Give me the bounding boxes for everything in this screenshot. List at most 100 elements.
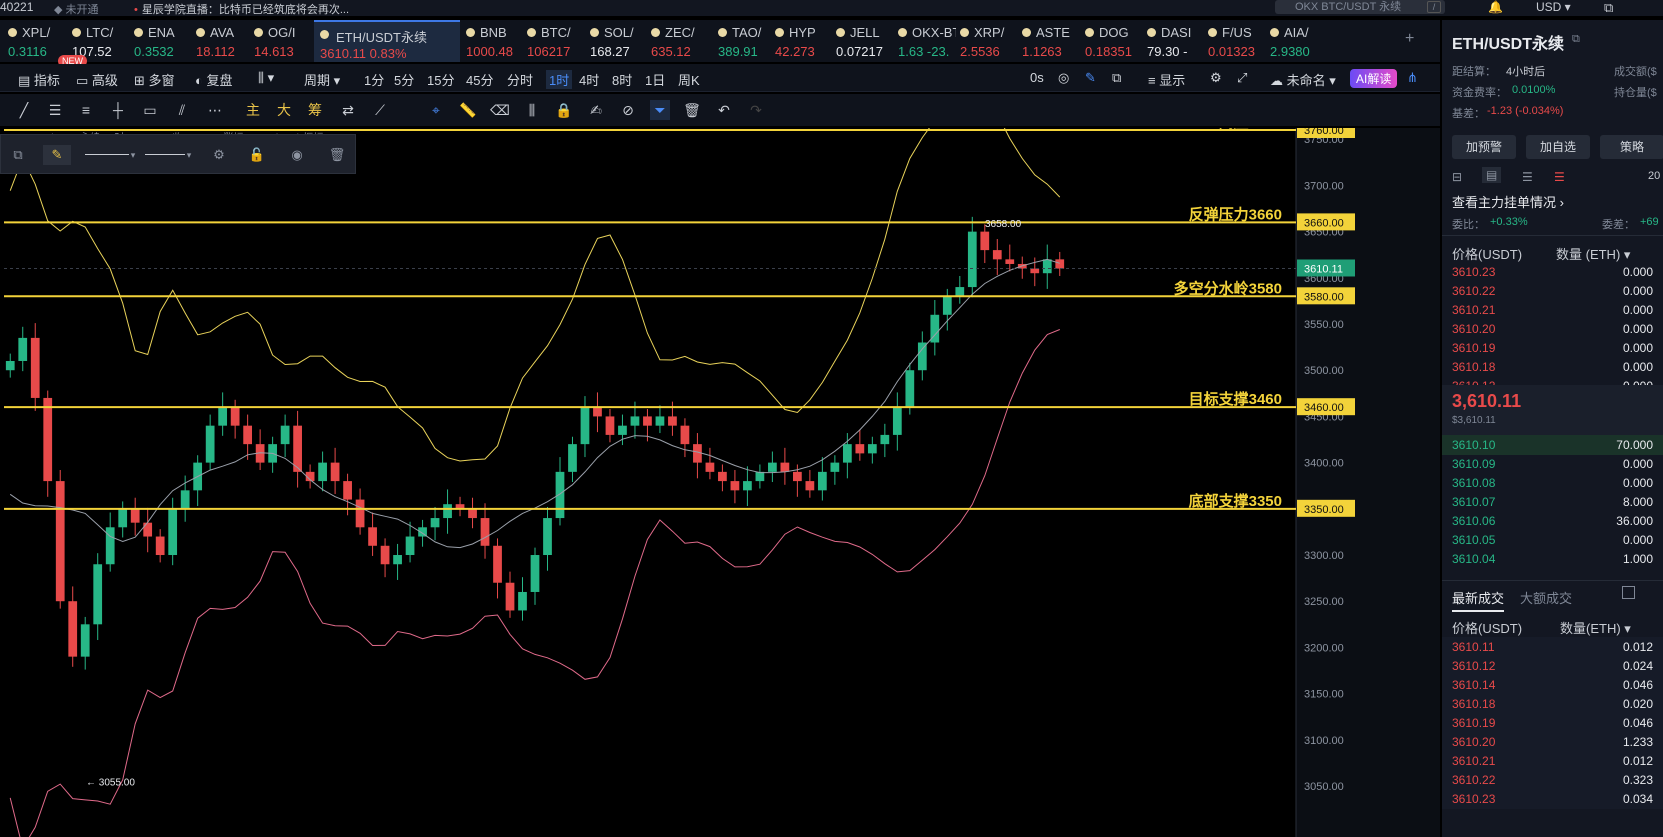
ticker-item[interactable]: OKX-BTC 1.63 -23.	[898, 20, 956, 62]
color-pen-icon[interactable]: ✎	[43, 145, 71, 165]
add-watchlist-button[interactable]: 加自选	[1526, 135, 1590, 159]
note-icon[interactable]: ✍	[586, 100, 606, 120]
trade-row[interactable]: 3610.11 0.012	[1442, 637, 1663, 657]
replay-button[interactable]: ◐ 复盘	[195, 70, 232, 89]
eraser-icon[interactable]: ⌫	[490, 100, 510, 120]
orderbook-row[interactable]: 3610.04 1.000	[1442, 549, 1663, 569]
interval-option[interactable]: 分时	[507, 70, 533, 89]
parallel-lines-icon[interactable]: ☰	[45, 100, 65, 120]
period-select[interactable]: 周期 ▾	[304, 70, 340, 89]
ticker-item[interactable]: DOG 0.18351	[1085, 20, 1143, 62]
rectangle-icon[interactable]: ▭	[140, 100, 160, 120]
line-width-select[interactable]	[85, 154, 129, 155]
ticker-item[interactable]: OG/I 14.613	[254, 20, 310, 62]
trash-icon[interactable]: 🗑	[327, 145, 347, 165]
trade-row[interactable]: 3610.21 0.012	[1442, 751, 1663, 771]
settings-icon[interactable]: ⚙	[1210, 70, 1222, 86]
orderbook-row[interactable]: 3610.05 0.000	[1442, 530, 1663, 550]
camera-icon[interactable]: ◎	[1058, 70, 1069, 86]
ticker-item[interactable]: AVA 18.112	[196, 20, 252, 62]
orderbook-row[interactable]: 3610.22 0.000	[1442, 281, 1663, 301]
interval-option[interactable]: 15分	[427, 70, 454, 89]
interval-option[interactable]: 1分	[364, 70, 384, 89]
currency-select[interactable]: USD ▾	[1536, 0, 1571, 14]
lock-icon[interactable]: 🔓	[247, 145, 267, 165]
ticker-item[interactable]: XRP/2.5536	[960, 20, 1018, 62]
interval-option[interactable]: 5分	[394, 70, 414, 89]
layout-icon[interactable]: ⧉	[1112, 70, 1121, 86]
share-icon[interactable]: ⋔	[1407, 70, 1418, 86]
ticker-item[interactable]: ENA 0.3532	[134, 20, 194, 62]
trade-row[interactable]: 3610.12 0.024	[1442, 656, 1663, 676]
redo-icon[interactable]: ↷	[746, 100, 766, 120]
chart-type-button[interactable]: ⫼ ▾	[258, 70, 274, 86]
orderbook-row[interactable]: 3610.10 70.000	[1442, 435, 1663, 455]
add-alert-button[interactable]: 加预警	[1452, 135, 1516, 159]
clone-icon[interactable]: ⧉	[7, 145, 29, 165]
depth-both-icon[interactable]: ▤	[1482, 167, 1502, 183]
depth-view-icon[interactable]: ⊟	[1452, 170, 1462, 184]
ticker-item[interactable]: SOL/168.27	[590, 20, 648, 62]
trade-row[interactable]: 3610.22 0.323	[1442, 770, 1663, 790]
orderbook-row[interactable]: 3610.23 0.000	[1442, 262, 1663, 282]
line-style-chevron-icon[interactable]: ▾	[183, 145, 195, 165]
ticker-item[interactable]: BTC/106217	[527, 20, 587, 62]
measure-icon[interactable]: ⟋	[370, 100, 390, 120]
interval-option[interactable]: 1日	[645, 70, 665, 89]
settings-icon[interactable]: ⚙	[209, 145, 229, 165]
ticker-item[interactable]: TAO/389.91	[718, 20, 772, 62]
ticker-item[interactable]: HYP 42.273	[775, 20, 833, 62]
trades-qty-header[interactable]: 数量(ETH) ▾	[1560, 618, 1631, 637]
orderbook-row[interactable]: 3610.21 0.000	[1442, 300, 1663, 320]
trade-row[interactable]: 3610.14 0.046	[1442, 675, 1663, 695]
interval-option[interactable]: 4时	[579, 70, 599, 89]
display-button[interactable]: ≡ 显示	[1148, 70, 1185, 89]
magnet-icon[interactable]: ⌖	[426, 100, 446, 120]
trade-row[interactable]: 3610.19 0.046	[1442, 713, 1663, 733]
add-ticker-icon[interactable]: +	[1405, 30, 1414, 48]
lock-icon[interactable]: 🔒	[554, 100, 574, 120]
search-input[interactable]: OKX BTC/USDT 永续 /	[1275, 0, 1445, 14]
indicators-button[interactable]: ▤ 指标	[18, 70, 60, 89]
template-select[interactable]: ☁ 未命名 ▾	[1270, 70, 1336, 89]
line-style-select[interactable]	[145, 154, 185, 155]
depth-level[interactable]: 20	[1648, 170, 1660, 182]
trend-line-icon[interactable]: ╱	[14, 100, 34, 120]
undo-icon[interactable]: ↶	[714, 100, 734, 120]
candle-icon[interactable]: ⫼	[522, 100, 542, 120]
copy-icon[interactable]: ⧉	[1572, 33, 1580, 46]
big-order-button[interactable]: 大	[274, 100, 294, 120]
inbox-icon[interactable]: ⧉	[1604, 0, 1613, 16]
ticker-item[interactable]: JELL 0.07217	[836, 20, 896, 62]
orderbook-row[interactable]: 3610.19 0.000	[1442, 338, 1663, 358]
main-chart-button[interactable]: 主	[243, 100, 263, 120]
trade-row[interactable]: 3610.23 0.034	[1442, 789, 1663, 809]
orderbook-row[interactable]: 3610.20 0.000	[1442, 319, 1663, 339]
interval-option[interactable]: 1时	[546, 70, 573, 89]
interval-option[interactable]: 8时	[612, 70, 632, 89]
filter-checkbox[interactable]	[1622, 586, 1635, 599]
ticker-item[interactable]: BNB 1000.48	[466, 20, 524, 62]
orderbook-row[interactable]: 3610.06 36.000	[1442, 511, 1663, 531]
ticker-item[interactable]: DASI 79.30 -	[1147, 20, 1205, 62]
trade-row[interactable]: 3610.18 0.020	[1442, 694, 1663, 714]
strategy-button[interactable]: 策略	[1600, 135, 1663, 159]
price-chart[interactable]: 3750.00 3700.00 3650.00 3600.00 3550.00 3500.…	[0, 128, 1440, 837]
ruler-icon[interactable]: 📏	[458, 100, 478, 120]
multiwindow-button[interactable]: ⊞ 多窗	[134, 70, 175, 89]
ticker-item[interactable]: ASTE 1.1263	[1022, 20, 1082, 62]
orderbook-row[interactable]: 3610.18 0.000	[1442, 357, 1663, 377]
ticker-item[interactable]: F/US 0.01323	[1208, 20, 1266, 62]
chips-button[interactable]: 筹	[305, 100, 325, 120]
fullscreen-icon[interactable]: ⤢	[1237, 70, 1247, 86]
main-orders-link[interactable]: 查看主力挂单情况 ›	[1452, 192, 1564, 211]
depth-list-icon[interactable]: ☰	[1522, 170, 1533, 184]
fib-icon[interactable]: ⫽	[172, 100, 192, 120]
bell-icon[interactable]: 🔔	[1488, 0, 1503, 14]
more-icon[interactable]: ⋯	[205, 100, 225, 120]
depth-asks-icon[interactable]: ☰	[1554, 170, 1565, 184]
pen-icon[interactable]: ✎	[1085, 70, 1096, 86]
live-notice[interactable]: • 星辰学院直播：比特币已经筑底将会再次...	[134, 1, 349, 17]
visibility-icon[interactable]: ◉	[287, 145, 307, 165]
ticker-item[interactable]: AIA/2.9380	[1270, 20, 1328, 62]
